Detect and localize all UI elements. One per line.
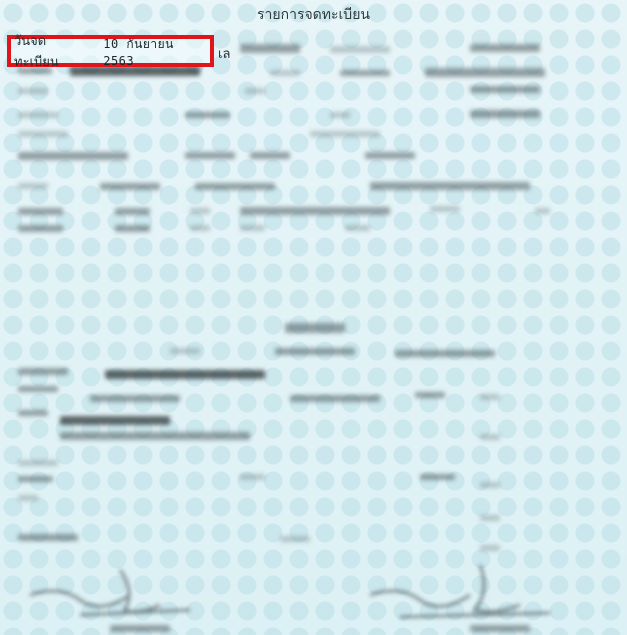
redacted-text (190, 225, 210, 231)
redacted-text (480, 515, 500, 521)
redacted-text (185, 152, 235, 159)
redacted-text (18, 368, 68, 375)
redacted-text (70, 66, 200, 76)
redacted-text (18, 534, 78, 541)
redacted-text (470, 86, 540, 93)
redacted-text (60, 432, 250, 440)
redacted-text (310, 131, 380, 137)
redacted-text (18, 386, 58, 392)
redacted-text (480, 482, 500, 488)
redacted-text (18, 225, 63, 232)
redacted-text (330, 112, 350, 118)
redacted-text (270, 70, 300, 76)
redacted-text (240, 207, 390, 215)
redacted-text (470, 110, 540, 118)
redacted-text (18, 460, 58, 466)
redacted-text (18, 152, 128, 160)
redacted-text (470, 44, 540, 52)
redacted-text (425, 68, 545, 77)
redacted-text (275, 348, 355, 355)
redacted-text (18, 183, 48, 189)
registration-document: รายการจดทะเบียน วันจดทะเบียน 10 กันยายน … (0, 0, 627, 635)
document-title: รายการจดทะเบียน (257, 7, 370, 23)
redacted-text (110, 625, 170, 632)
redacted-text (365, 152, 415, 159)
redacted-text (18, 131, 68, 137)
redacted-text (240, 225, 265, 231)
left-signature (29, 569, 191, 617)
redacted-text (115, 208, 150, 215)
redacted-text (170, 348, 200, 354)
redacted-text (18, 112, 58, 118)
redacted-text (245, 88, 265, 94)
redacted-text (60, 416, 170, 425)
redacted-text (330, 46, 390, 53)
registration-date-label: วันจดทะเบียน (14, 34, 59, 70)
registration-date-value: 10 กันยายน 2563 (103, 36, 174, 68)
redacted-text (18, 410, 48, 416)
redacted-text (395, 350, 495, 357)
redacted-text (115, 225, 150, 232)
redacted-text (420, 474, 455, 480)
redacted-text (18, 495, 38, 501)
redacted-text (105, 370, 265, 379)
redacted-text (370, 182, 530, 190)
redacted-text (18, 476, 53, 482)
redacted-text (18, 208, 63, 215)
redacted-text (480, 545, 500, 551)
registration-date-highlight: วันจดทะเบียน 10 กันยายน 2563 (7, 34, 214, 70)
redacted-text (195, 183, 275, 190)
redacted-text (280, 536, 310, 542)
redacted-text (190, 208, 210, 214)
redacted-text (240, 44, 300, 53)
right-signature (369, 564, 551, 619)
redacted-text (100, 183, 160, 190)
redacted-text (90, 395, 180, 402)
redacted-text (250, 152, 290, 159)
redacted-text (18, 88, 48, 94)
redacted-text (480, 394, 500, 400)
redacted-text (480, 434, 500, 440)
registration-number-label: เล (218, 47, 231, 62)
redacted-text (535, 208, 550, 214)
redacted-text (470, 625, 530, 632)
redacted-text (415, 392, 445, 398)
redacted-text (240, 474, 265, 480)
redacted-text (185, 112, 230, 118)
redacted-text (340, 70, 390, 76)
redacted-text (285, 323, 345, 333)
redacted-text (345, 225, 370, 231)
redacted-text (430, 206, 460, 212)
redacted-text (290, 395, 380, 402)
